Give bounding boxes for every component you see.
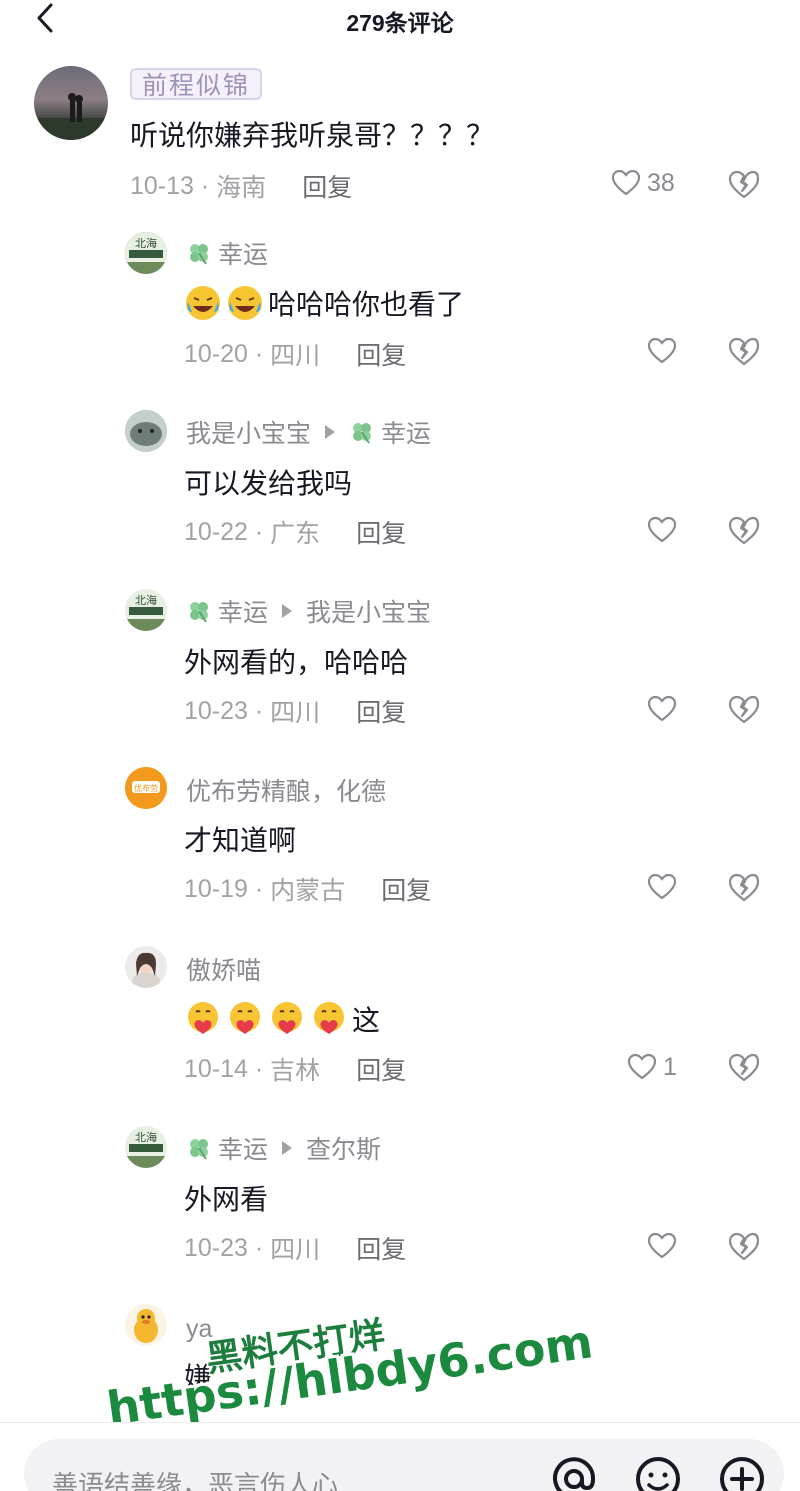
comment-meta: 10-13 · 海南 回复 [130,168,352,204]
heart-icon [647,873,677,900]
comments-header: 279条评论 [0,0,800,40]
username[interactable]: 幸运 我是小宝宝 [186,594,431,628]
laughing-crying-emoji-icon [186,286,220,320]
comment-location: 内蒙古 [270,877,346,905]
comment-date: 10-23 [184,696,248,725]
heart-icon [647,1232,677,1259]
svg-text:北海: 北海 [135,236,157,250]
reply-arrow-icon [282,1141,293,1155]
reply-button[interactable]: 回复 [356,1230,406,1266]
comment-text: 外网看的，哈哈哈 [184,647,409,678]
comment-date: 10-19 [184,874,248,903]
heart-icon [647,337,677,364]
comment-meta: 10-23 · 四川 回复 [184,693,406,729]
reply-button[interactable]: 回复 [356,1051,406,1087]
username[interactable]: 幸运 查尔斯 [186,1131,381,1165]
heart-icon [611,169,641,196]
heart-icon [647,695,677,722]
comment-meta: 10-14 · 吉林 回复 [184,1051,406,1087]
broken-heart-icon[interactable] [727,514,761,548]
comment-location: 广东 [270,520,321,548]
username-badge[interactable]: 前程似锦 [130,68,263,100]
comment-text: 听说你嫌弃我听泉哥？？？？ [130,120,495,151]
clover-icon [190,244,208,265]
reply-arrow-icon [282,604,293,618]
clover-icon [353,423,372,444]
comment-text: 可以发给我吗 [184,468,353,499]
reply-button[interactable]: 回复 [356,336,406,372]
comment-meta: 10-23 · 四川 回复 [184,1230,406,1266]
avatar[interactable] [125,1304,167,1346]
avatar[interactable] [125,410,167,452]
broken-heart-icon[interactable] [727,335,761,369]
username[interactable]: 优布劳精酿，化德 [186,773,386,807]
comment-date: 10-20 [184,339,248,368]
comment-text: 外网看 [184,1184,269,1215]
comment-meta: 10-22 · 广东 回复 [184,514,406,550]
like-button[interactable] [647,1231,677,1261]
avatar[interactable]: 北海 [125,1126,167,1168]
like-count: 38 [647,168,675,197]
reply-arrow-icon [325,425,336,439]
clover-icon [190,602,208,623]
avatar[interactable]: 北海 [125,232,167,274]
laughing-crying-emoji-icon [228,286,262,320]
heart-icon [647,516,677,543]
heart-hug-emoji-icon [230,1002,260,1034]
comment-text: 哈哈哈你也看了 [184,282,464,324]
comment-location: 吉林 [270,1057,321,1085]
heart-icon [627,1053,657,1080]
comment-location: 海南 [216,174,267,202]
input-placeholder: 善语结善缘，恶言伤人心 [52,1470,339,1491]
like-button[interactable] [647,336,677,366]
username[interactable]: 幸运 [186,236,268,270]
broken-heart-icon[interactable] [727,693,761,727]
broken-heart-icon[interactable] [727,1230,761,1264]
like-count: 1 [663,1052,677,1081]
reply-button[interactable]: 回复 [381,871,431,907]
reply-button[interactable]: 回复 [356,693,406,729]
comment-text: 这 [184,998,380,1040]
comment-input-bar: 善语结善缘，恶言伤人心 [0,1422,800,1491]
svg-text:北海: 北海 [135,593,157,607]
heart-hug-emoji-icon [272,1002,302,1034]
broken-heart-icon[interactable] [727,168,761,202]
comment-date: 10-13 [130,171,194,200]
like-button[interactable]: 38 [611,168,675,198]
like-button[interactable] [647,694,677,724]
emoji-icon[interactable] [634,1455,682,1491]
broken-heart-icon[interactable] [727,871,761,905]
comment-meta: 10-19 · 内蒙古 回复 [184,871,431,907]
comment-date: 10-22 [184,517,248,546]
comment-meta: 10-20 · 四川 回复 [184,336,406,372]
avatar[interactable]: 优布劳 [125,767,167,809]
like-button[interactable] [647,515,677,545]
brand-logo-text: 优布劳 [134,783,158,793]
reply-button[interactable]: 回复 [302,168,352,204]
comment-text: 才知道啊 [184,825,297,856]
svg-text:北海: 北海 [135,1130,157,1144]
avatar[interactable] [34,66,108,140]
broken-heart-icon[interactable] [727,1051,761,1085]
comment-location: 四川 [270,1236,321,1264]
username[interactable]: 傲娇喵 [186,952,261,986]
comment-date: 10-14 [184,1054,248,1083]
like-button[interactable] [647,872,677,902]
clover-icon [190,1139,208,1160]
comment-date: 10-23 [184,1233,248,1262]
heart-hug-emoji-icon [188,1002,218,1034]
plus-icon[interactable] [718,1455,766,1491]
heart-hug-emoji-icon [314,1002,344,1034]
like-button[interactable]: 1 [627,1052,677,1082]
username[interactable]: 我是小宝宝 幸运 [186,415,431,449]
comment-location: 四川 [270,342,321,370]
avatar[interactable] [125,946,167,988]
page-title: 279条评论 [346,10,454,36]
reply-button[interactable]: 回复 [356,514,406,550]
avatar[interactable]: 北海 [125,589,167,631]
at-icon[interactable] [550,1455,598,1491]
comment-location: 四川 [270,699,321,727]
